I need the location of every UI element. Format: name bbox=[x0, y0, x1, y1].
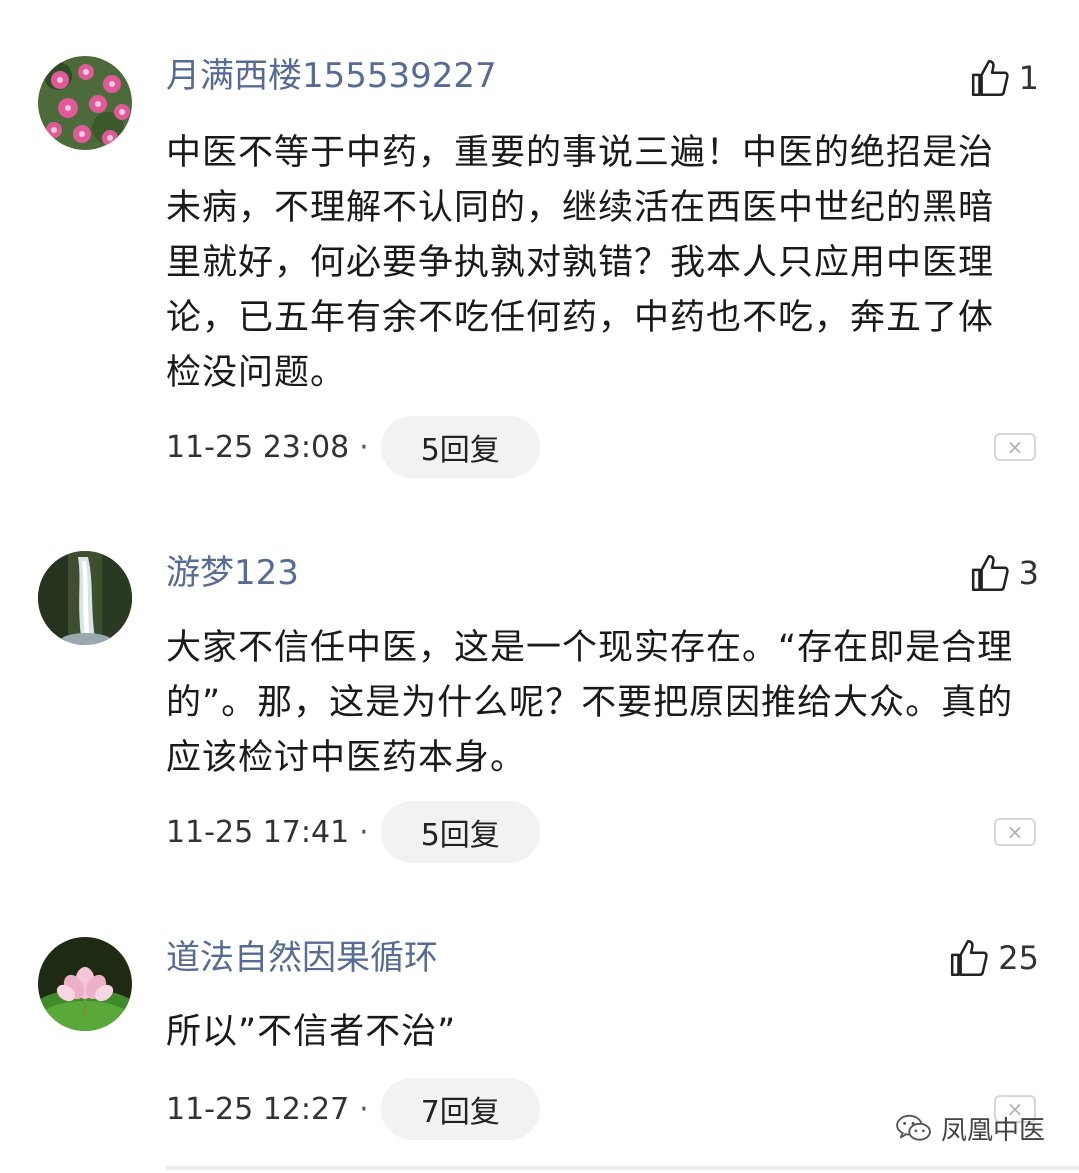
like-count: 1 bbox=[1018, 59, 1039, 97]
comment-text: 中医不等于中药，重要的事说三遍！中医的绝招是治未病，不理解不认同的，继续活在西医… bbox=[166, 133, 995, 393]
close-icon[interactable]: × bbox=[994, 818, 1036, 846]
like-button[interactable]: 3 bbox=[969, 551, 1039, 595]
reply-button[interactable]: 7回复 bbox=[380, 1078, 540, 1140]
separator-dot: · bbox=[359, 814, 369, 850]
username[interactable]: 游梦123 bbox=[166, 553, 299, 593]
waterfall-avatar bbox=[38, 551, 132, 645]
comment-text: 所以”不信者不治” bbox=[166, 1012, 457, 1052]
avatar[interactable] bbox=[38, 56, 132, 150]
comment-time: 11-25 17:41 bbox=[166, 814, 350, 850]
like-count: 3 bbox=[1018, 554, 1039, 592]
reply-button[interactable]: 5回复 bbox=[380, 416, 540, 478]
like-count: 25 bbox=[998, 939, 1039, 977]
thumbs-up-icon bbox=[971, 59, 1009, 97]
username[interactable]: 月满西楼155539227 bbox=[166, 56, 497, 96]
lotus-avatar bbox=[38, 937, 132, 1031]
comment-meta: 11-25 23:08 · 5回复 bbox=[166, 416, 540, 478]
separator-dot: · bbox=[359, 1091, 369, 1127]
watermark: 凤凰中医 bbox=[895, 1110, 1045, 1146]
thumbs-up-icon bbox=[951, 939, 988, 977]
reply-button[interactable]: 5回复 bbox=[380, 801, 540, 863]
thumbs-up-icon bbox=[971, 554, 1009, 592]
username[interactable]: 道法自然因果循环 bbox=[166, 938, 438, 978]
avatar[interactable] bbox=[38, 937, 132, 1031]
close-icon[interactable]: × bbox=[994, 433, 1036, 461]
pink-flower-avatar bbox=[38, 56, 132, 150]
watermark-text: 凤凰中医 bbox=[941, 1115, 1046, 1146]
avatar[interactable] bbox=[38, 551, 132, 645]
comment-meta: 11-25 12:27 · 7回复 bbox=[166, 1078, 540, 1140]
comment-time: 11-25 23:08 bbox=[166, 429, 350, 465]
separator-dot: · bbox=[359, 429, 369, 465]
comment-text: 大家不信任中医，这是一个现实存在。“存在即是合理的”。那，这是为什么呢？不要把原… bbox=[166, 628, 1014, 778]
comment-meta: 11-25 17:41 · 5回复 bbox=[166, 801, 540, 863]
wechat-icon bbox=[896, 1114, 931, 1141]
divider bbox=[166, 1166, 1079, 1170]
like-button[interactable]: 25 bbox=[948, 936, 1039, 980]
comment-time: 11-25 12:27 bbox=[166, 1091, 350, 1127]
like-button[interactable]: 1 bbox=[969, 56, 1039, 100]
